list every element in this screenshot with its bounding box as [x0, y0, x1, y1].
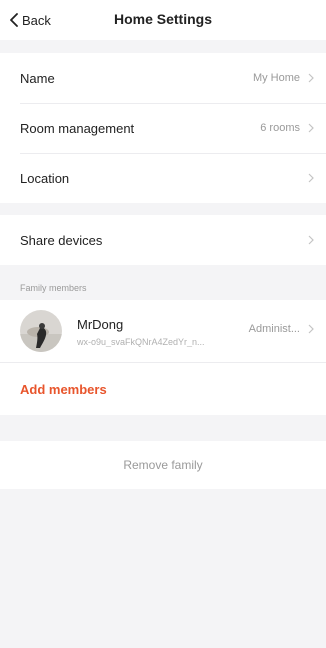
name-row[interactable]: Name My Home: [0, 53, 326, 103]
navigation-bar: Back Home Settings: [0, 0, 326, 40]
member-id: wx-o9u_svaFkQNrA4ZedYr_n...: [77, 336, 205, 347]
location-label: Location: [20, 170, 70, 186]
chevron-right-icon: [308, 173, 314, 183]
family-members-section-label: Family members: [20, 283, 87, 293]
room-management-label: Room management: [20, 120, 135, 136]
member-name: MrDong: [77, 316, 124, 332]
chevron-right-icon: [308, 235, 314, 245]
add-members-label: Add members: [20, 381, 107, 397]
member-row[interactable]: MrDong wx-o9u_svaFkQNrA4ZedYr_n... Admin…: [0, 300, 326, 362]
page-title: Home Settings: [113, 11, 212, 27]
section-gap: [0, 40, 326, 53]
room-count-value: 6 rooms: [260, 122, 300, 134]
family-group: MrDong wx-o9u_svaFkQNrA4ZedYr_n... Admin…: [0, 300, 326, 415]
member-role: Administ...: [248, 323, 300, 335]
share-devices-label: Share devices: [20, 232, 103, 248]
share-group: Share devices: [0, 215, 326, 265]
room-management-row[interactable]: Room management 6 rooms: [0, 103, 326, 153]
remove-family-label: Remove family: [123, 458, 203, 472]
name-value: My Home: [252, 72, 300, 84]
section-gap: [0, 203, 326, 215]
home-settings-group: Name My Home Room management 6 rooms Loc…: [0, 53, 326, 203]
share-devices-row[interactable]: Share devices: [0, 215, 326, 265]
remove-family-button[interactable]: Remove family: [0, 441, 326, 489]
chevron-right-icon: [308, 73, 314, 83]
avatar: [20, 310, 62, 352]
location-row[interactable]: Location: [0, 153, 326, 203]
add-members-button[interactable]: Add members: [0, 362, 326, 415]
section-gap: [0, 415, 326, 441]
name-label: Name: [20, 70, 55, 86]
chevron-right-icon: [308, 324, 314, 334]
avatar-image: [20, 310, 62, 352]
chevron-right-icon: [308, 123, 314, 133]
